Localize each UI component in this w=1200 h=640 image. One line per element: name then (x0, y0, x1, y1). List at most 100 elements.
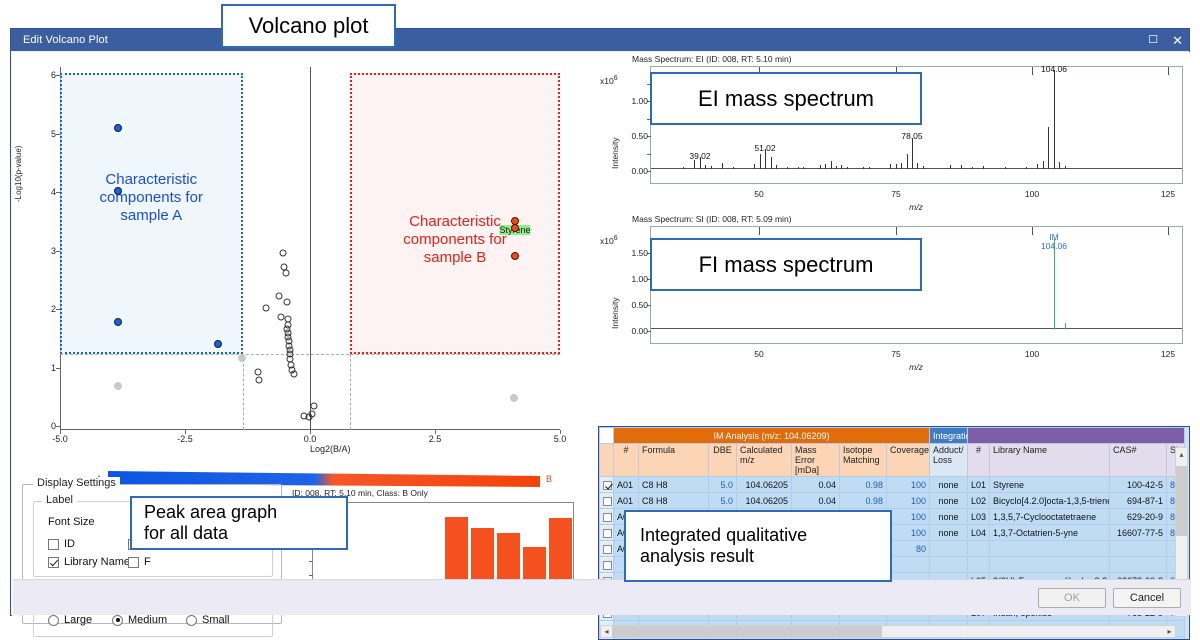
radio-large-box[interactable] (48, 615, 59, 626)
col-header-cas[interactable]: CAS# (1110, 444, 1167, 477)
cell-formula: C8 H8 (639, 477, 709, 493)
hscroll-thumb[interactable] (612, 626, 882, 637)
checkbox-id-box[interactable] (48, 539, 59, 550)
radio-small[interactable]: Small (186, 614, 230, 626)
volcano-y-axis-label: -Log10(p-value) (14, 146, 23, 202)
ei-xtick: 125 (1161, 189, 1175, 199)
data-point[interactable] (310, 402, 317, 409)
data-point[interactable] (254, 368, 261, 375)
volcano-plot-area[interactable]: 6 5 4 3 2 1 0 -5.0 -2.5 0.0 2.5 5.0 (60, 67, 560, 430)
data-point[interactable] (308, 411, 315, 418)
region-sample-a[interactable]: Characteristic components for sample A (60, 73, 243, 355)
region-b-label: Characteristic components for sample B (352, 213, 558, 267)
data-point[interactable] (284, 298, 291, 305)
col-header-coverage[interactable]: Coverage (887, 444, 930, 477)
data-point[interactable] (256, 376, 263, 383)
data-point[interactable] (511, 252, 519, 260)
row-checkbox-cell[interactable] (600, 525, 614, 541)
col-header-mass-error[interactable]: Mass Error [mDa] (792, 444, 840, 477)
checkbox-library-name-box[interactable] (48, 557, 59, 568)
row-checkbox[interactable] (603, 497, 612, 506)
data-point[interactable] (114, 318, 122, 326)
col-header-lnum[interactable]: # (968, 444, 990, 477)
fi-peak-104 (1054, 239, 1055, 329)
fc-threshold-line-right (350, 354, 351, 430)
font-size-label: Font Size (48, 516, 94, 528)
cell-coverage: 80 (887, 541, 930, 557)
col-header-formula[interactable]: Formula (639, 444, 709, 477)
ei-peak-78 (912, 138, 913, 169)
cell-library-name (990, 557, 1110, 573)
maximize-icon[interactable]: ☐ (1148, 35, 1158, 46)
cell-calc-mz: 104.06205 (737, 477, 792, 493)
region-sample-b[interactable]: Characteristic components for sample B (350, 73, 560, 355)
cell-coverage: 100 (887, 493, 930, 509)
data-point[interactable] (279, 250, 286, 257)
data-point[interactable] (276, 293, 283, 300)
row-checkbox-cell[interactable] (600, 509, 614, 525)
cell-lnum: L02 (968, 493, 990, 509)
row-checkbox[interactable] (603, 561, 612, 570)
row-checkbox-cell[interactable] (600, 477, 614, 493)
ei-xtick: 50 (754, 189, 763, 199)
vscroll-thumb[interactable] (1176, 466, 1187, 536)
callout-peak-area: Peak area graph for all data (130, 496, 348, 550)
row-checkbox-cell[interactable] (600, 541, 614, 557)
table-row[interactable]: A01 C8 H8 5.0 104.06205 0.04 0.98 100 no… (600, 493, 1185, 509)
group-header-row: IM Analysis (m/z: 104.06209) Integration (600, 428, 1185, 444)
cell-lnum: L01 (968, 477, 990, 493)
volcano-xtick: -2.5 (177, 434, 193, 444)
cell-num: A01 (614, 493, 639, 509)
chevron-up-icon[interactable]: ▴ (1176, 448, 1187, 461)
ok-button[interactable]: OK (1038, 588, 1106, 608)
cell-coverage: 100 (887, 477, 930, 493)
cell-lnum: L03 (968, 509, 990, 525)
radio-small-box[interactable] (186, 615, 197, 626)
row-checkbox[interactable] (603, 545, 612, 554)
row-checkbox-cell[interactable] (600, 493, 614, 509)
ei-xtick: 100 (1025, 189, 1039, 199)
data-point[interactable] (263, 305, 270, 312)
col-header-library-name[interactable]: Library Name (990, 444, 1110, 477)
close-icon[interactable]: ✕ (1172, 34, 1183, 47)
col-header-adduct[interactable]: Adduct/ Loss (930, 444, 968, 477)
data-point[interactable] (238, 354, 246, 362)
table-row[interactable]: A01 C8 H8 5.0 104.06205 0.04 0.98 100 no… (600, 477, 1185, 493)
radio-medium-box[interactable] (112, 615, 123, 626)
cell-lnum (968, 557, 990, 573)
data-point[interactable] (114, 382, 122, 390)
radio-medium[interactable]: Medium (112, 614, 167, 626)
callout-ei-spectrum: EI mass spectrum (650, 72, 922, 125)
data-point[interactable] (114, 124, 122, 132)
checkbox-id[interactable]: ID (48, 538, 75, 550)
checkbox-f-box[interactable] (128, 557, 139, 568)
window-controls: ☐ ✕ (1148, 29, 1183, 51)
row-checkbox[interactable] (603, 481, 612, 490)
data-point[interactable] (283, 270, 290, 277)
group-header-integration: Integration (930, 428, 968, 444)
checkbox-library-name[interactable]: Library Name (48, 556, 130, 568)
chevron-left-icon[interactable]: ◂ (601, 626, 612, 637)
checkbox-f[interactable]: F (128, 556, 151, 568)
row-checkbox[interactable] (603, 529, 612, 538)
data-point[interactable] (510, 394, 518, 402)
col-header-calc-mz[interactable]: Calculated m/z (737, 444, 792, 477)
row-checkbox-cell[interactable] (600, 557, 614, 573)
cell-coverage: 100 (887, 509, 930, 525)
data-point[interactable] (290, 371, 297, 378)
data-point[interactable] (214, 340, 222, 348)
radio-large[interactable]: Large (48, 614, 92, 626)
cell-cas (1110, 541, 1167, 557)
data-point[interactable] (114, 187, 122, 195)
col-header-isotope[interactable]: Isotope Matching (840, 444, 887, 477)
col-header-dbe[interactable]: DBE (709, 444, 737, 477)
col-header-num[interactable]: # (614, 444, 639, 477)
row-checkbox[interactable] (603, 513, 612, 522)
cell-cas: 16607-77-5 (1110, 525, 1167, 541)
data-point[interactable] (511, 224, 519, 232)
display-settings-title: Display Settings (33, 477, 120, 489)
cancel-button[interactable]: Cancel (1113, 588, 1181, 608)
cell-cas (1110, 557, 1167, 573)
chevron-right-icon[interactable]: ▸ (1164, 626, 1175, 637)
gradient-label-b: B (546, 474, 552, 484)
